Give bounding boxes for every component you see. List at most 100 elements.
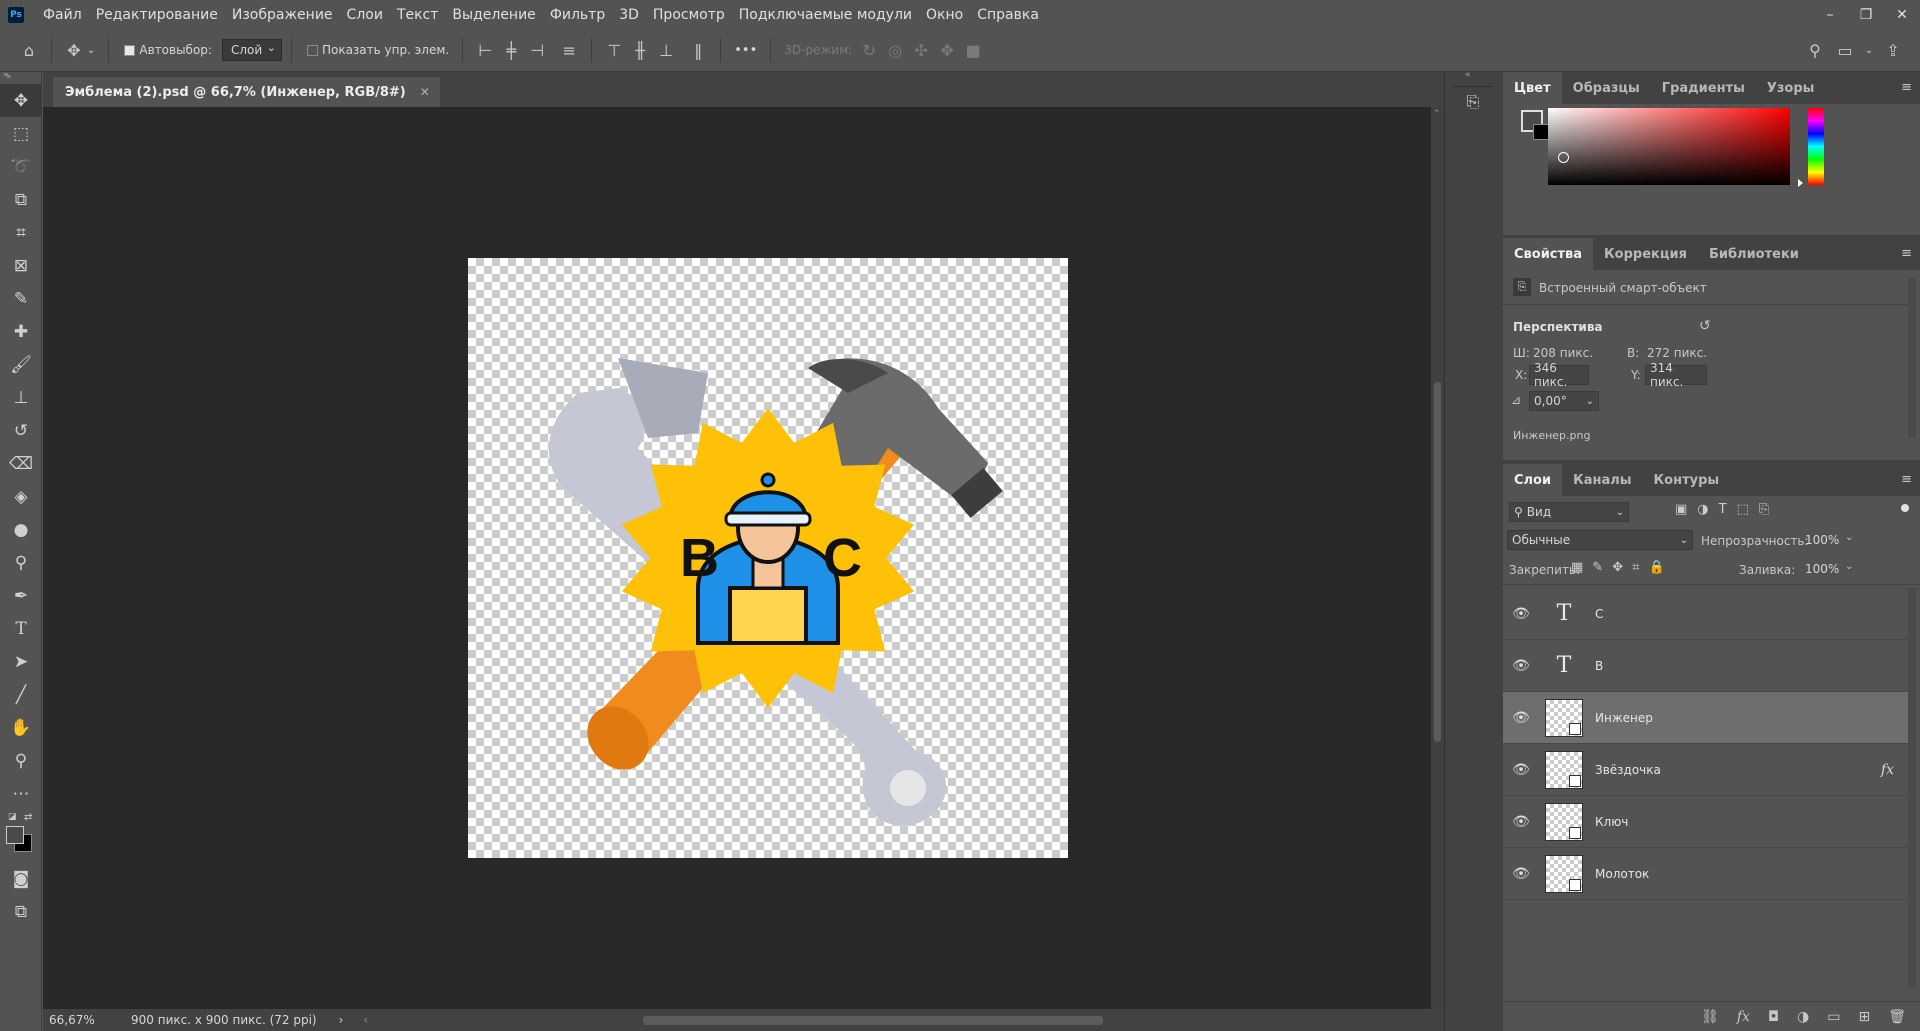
search-icon[interactable]: ⚲ xyxy=(1802,37,1828,63)
distribute-vertical-icon[interactable]: ‖ xyxy=(685,37,711,63)
history-brush-tool-icon[interactable]: ↺ xyxy=(0,414,42,447)
hand-tool-icon[interactable]: ✋ xyxy=(0,711,42,744)
layer-row[interactable]: 👁 T C xyxy=(1503,588,1908,640)
tab-swatches[interactable]: Образцы xyxy=(1562,72,1651,104)
eraser-tool-icon[interactable]: ⌫ xyxy=(0,447,42,480)
collapse-icon[interactable]: « xyxy=(1465,70,1471,80)
move-tool-icon[interactable]: ✥ xyxy=(0,84,42,117)
menu-file[interactable]: Файл xyxy=(36,7,89,23)
visibility-eye-icon[interactable]: 👁 xyxy=(1503,866,1539,882)
color-picker-cursor[interactable] xyxy=(1558,152,1569,163)
lock-artboard-icon[interactable]: ⌗ xyxy=(1632,560,1639,575)
chevron-down-icon[interactable]: ⌄ xyxy=(1845,561,1853,572)
screen-mode-icon[interactable]: ⧉ xyxy=(0,895,42,928)
slide-3d-icon[interactable]: ✥ xyxy=(934,37,960,63)
edit-toolbar-icon[interactable]: ⋯ xyxy=(0,777,42,810)
delete-layer-icon[interactable]: 🗑 xyxy=(1888,1009,1906,1025)
tab-channels[interactable]: Каналы xyxy=(1562,464,1642,496)
menu-help[interactable]: Справка xyxy=(970,7,1046,23)
text-layer-icon[interactable]: T xyxy=(1545,647,1583,685)
blend-mode-select[interactable]: Обычные ⌄ xyxy=(1507,530,1693,550)
brush-tool-icon[interactable]: 🖌 xyxy=(0,348,42,381)
angle-input[interactable]: 0,00° ⌄ xyxy=(1529,391,1599,411)
opacity-input[interactable]: 100% xyxy=(1801,530,1841,550)
autoselect-checkbox[interactable] xyxy=(124,44,136,56)
clone-stamp-tool-icon[interactable]: ⊥ xyxy=(0,381,42,414)
layer-name[interactable]: C xyxy=(1595,607,1603,621)
panel-menu-icon[interactable]: ≡ xyxy=(1901,246,1912,261)
layer-effects-icon[interactable]: fx xyxy=(1881,762,1894,778)
text-layer-icon[interactable]: T xyxy=(1545,595,1583,633)
background-color-swatch[interactable] xyxy=(1533,124,1549,140)
chevron-down-icon[interactable]: ⌄ xyxy=(87,45,95,56)
filter-pixel-icon[interactable]: ▣ xyxy=(1675,502,1687,517)
new-group-icon[interactable]: ▭ xyxy=(1827,1009,1840,1025)
workspace-icon[interactable]: ▭ xyxy=(1832,37,1858,63)
tab-patterns[interactable]: Узоры xyxy=(1756,72,1826,104)
color-field[interactable] xyxy=(1548,108,1790,185)
vertical-scrollbar[interactable]: ⌃ xyxy=(1431,107,1444,1009)
canvas-workspace[interactable]: B C xyxy=(43,107,1431,1009)
roll-3d-icon[interactable]: ◎ xyxy=(882,37,908,63)
menu-3d[interactable]: 3D xyxy=(612,7,646,23)
new-adjustment-layer-icon[interactable]: ◑ xyxy=(1797,1009,1809,1025)
x-input[interactable]: 346 пикс. xyxy=(1529,361,1589,389)
menu-window[interactable]: Окно xyxy=(919,7,970,23)
y-input[interactable]: 314 пикс. xyxy=(1645,361,1707,389)
add-mask-icon[interactable]: ◘ xyxy=(1768,1009,1779,1025)
properties-scrollbar[interactable] xyxy=(1908,278,1916,438)
show-transform-checkbox[interactable] xyxy=(306,44,318,56)
visibility-eye-icon[interactable]: 👁 xyxy=(1503,606,1539,622)
layer-name[interactable]: Звёздочка xyxy=(1595,763,1661,777)
filter-smart-object-icon[interactable]: ⎘ xyxy=(1759,502,1769,517)
horizontal-scroll-thumb[interactable] xyxy=(643,1016,1103,1025)
layer-name[interactable]: B xyxy=(1595,659,1603,673)
marquee-tool-icon[interactable]: ⬚ xyxy=(0,117,42,150)
home-icon[interactable]: ⌂ xyxy=(16,37,42,63)
tab-layers[interactable]: Слои xyxy=(1503,464,1563,496)
layer-name[interactable]: Ключ xyxy=(1595,815,1628,829)
more-options-button[interactable]: ••• xyxy=(734,43,757,58)
eyedropper-tool-icon[interactable]: ✎ xyxy=(0,282,42,315)
layer-thumbnail[interactable] xyxy=(1545,854,1583,893)
layers-scrollbar[interactable] xyxy=(1908,588,1916,988)
layer-row[interactable]: 👁 T B xyxy=(1503,640,1908,692)
layer-thumbnail[interactable] xyxy=(1545,802,1583,841)
tab-color[interactable]: Цвет xyxy=(1503,72,1562,104)
reset-transform-icon[interactable]: ↺ xyxy=(1699,318,1711,334)
collapse-icon[interactable]: » xyxy=(3,70,9,80)
swap-colors-icon[interactable]: ⇄ xyxy=(24,812,32,823)
panel-menu-icon[interactable]: ≡ xyxy=(1901,80,1912,95)
history-panel-icon[interactable]: ⎘ xyxy=(1453,86,1493,116)
layer-thumbnail[interactable] xyxy=(1545,750,1583,789)
menu-image[interactable]: Изображение xyxy=(225,7,340,23)
menu-view[interactable]: Просмотр xyxy=(646,7,732,23)
chevron-down-icon[interactable]: ⌄ xyxy=(1862,37,1876,63)
distribute-horizontal-icon[interactable]: ≡ xyxy=(556,37,582,63)
vertical-scroll-thumb[interactable] xyxy=(1434,382,1441,742)
visibility-eye-icon[interactable]: 👁 xyxy=(1503,814,1539,830)
orbit-3d-icon[interactable]: ↻ xyxy=(856,37,882,63)
menu-layer[interactable]: Слои xyxy=(340,7,390,23)
zoom-tool-icon[interactable]: ⚲ xyxy=(0,744,42,777)
document-tab[interactable]: Эмблема (2).psd @ 66,7% (Инженер, RGB/8#… xyxy=(53,77,440,107)
object-select-tool-icon[interactable]: ⧉ xyxy=(0,183,42,216)
zoom-level[interactable]: 66,67% xyxy=(49,1013,109,1027)
layer-row[interactable]: 👁 Молоток xyxy=(1503,848,1908,900)
lock-all-icon[interactable]: 🔒 xyxy=(1648,560,1664,575)
menu-type[interactable]: Текст xyxy=(390,7,445,23)
line-tool-icon[interactable]: ╱ xyxy=(0,678,42,711)
lock-position-icon[interactable]: ✥ xyxy=(1612,560,1623,575)
tab-paths[interactable]: Контуры xyxy=(1643,464,1731,496)
width-value[interactable]: 208 пикс. xyxy=(1533,346,1593,360)
filter-adjustment-icon[interactable]: ◑ xyxy=(1697,502,1708,517)
scroll-left-icon[interactable]: ‹ xyxy=(363,1013,368,1027)
fill-input[interactable]: 100% xyxy=(1801,559,1841,579)
align-right-icon[interactable]: ⊣ xyxy=(524,37,550,63)
drag-3d-icon[interactable]: ✣ xyxy=(908,37,934,63)
crop-tool-icon[interactable]: ⌗ xyxy=(0,216,42,249)
visibility-eye-icon[interactable]: 👁 xyxy=(1503,710,1539,726)
quick-mask-icon[interactable]: ◙ xyxy=(0,862,42,895)
filter-toggle[interactable] xyxy=(1901,504,1909,512)
type-tool-icon[interactable]: T xyxy=(0,612,42,645)
